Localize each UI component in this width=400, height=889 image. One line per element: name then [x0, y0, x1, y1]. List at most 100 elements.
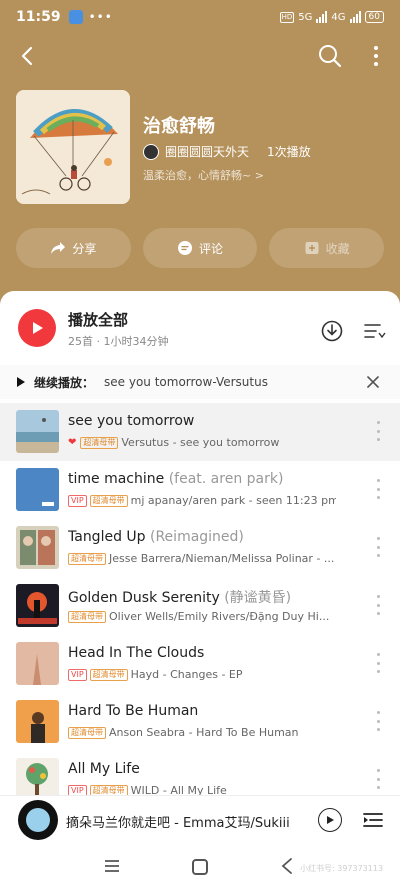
resume-song: see you tomorrow-Versutus [104, 375, 268, 389]
recent-apps-icon[interactable] [104, 859, 120, 873]
quality-badge: 超清母带 [89, 494, 128, 507]
mini-play-button[interactable] [318, 808, 342, 832]
song-title: Golden Dusk Serenity (静谧黄昏) [68, 590, 292, 606]
hd-indicator: HD [279, 11, 295, 23]
more-vertical-icon[interactable] [372, 711, 384, 731]
collect-label: 收藏 [325, 241, 350, 256]
song-subtitle: ❤ 超清母带 Versutus - see you tomorrow [68, 436, 336, 449]
playlist-cover[interactable] [16, 90, 130, 204]
system-nav-bar: 小红书号: 397373113 [0, 845, 400, 889]
song-row[interactable]: Hard To Be Human 超清母带 Anson Seabra - Har… [0, 693, 400, 751]
more-vertical-icon[interactable] [372, 769, 384, 789]
resume-play-icon [17, 377, 25, 387]
sort-list-icon[interactable] [362, 319, 386, 343]
album-art [16, 468, 59, 511]
more-vertical-icon[interactable] [372, 479, 384, 499]
battery-icon: 60 [364, 11, 384, 23]
album-art [16, 526, 59, 569]
download-icon[interactable] [320, 319, 344, 343]
quality-badge: 超清母带 [80, 436, 119, 449]
creator-name[interactable]: 圈圈圆圆天外天 [165, 143, 249, 160]
playlist-title: 治愈舒畅 [143, 116, 215, 137]
status-time: 11:59 [16, 9, 61, 25]
song-title: Tangled Up (Reimagined) [68, 529, 244, 545]
playlist-description[interactable]: 温柔治愈，心情舒畅~ > [143, 167, 264, 183]
song-subtitle: 超清母带 Jesse Barrera/Nieman/Melissa Polina… [68, 552, 336, 565]
signal-icon-2 [349, 11, 361, 23]
liked-heart-icon[interactable]: ❤ [68, 437, 76, 448]
cover-art-illustration [16, 90, 130, 204]
share-icon [51, 242, 66, 254]
comment-button[interactable]: 评论 [142, 228, 258, 268]
network-4g-label: 4G [331, 11, 346, 23]
album-art [16, 410, 59, 453]
song-artist-album: Hayd - Changes - EP [130, 668, 243, 681]
song-artist-album: mj apanay/aren park - seen 11:23 pm [130, 494, 336, 507]
song-title: Hard To Be Human [68, 703, 199, 719]
playlist-meta: 圈圈圆圆天外天 1次播放 [143, 143, 311, 160]
mini-player[interactable]: 摘朵马兰你就走吧 - Emma艾玛/Sukiii [0, 795, 400, 845]
signal-icon [316, 11, 328, 23]
close-icon[interactable] [364, 373, 382, 391]
search-icon[interactable] [316, 42, 344, 70]
vip-badge: VIP [68, 494, 87, 507]
more-vertical-icon[interactable] [372, 537, 384, 557]
song-row[interactable]: Head In The Clouds VIP 超清母带 Hayd - Chang… [0, 635, 400, 693]
resume-label: 继续播放： [34, 375, 95, 390]
play-all-button[interactable] [18, 309, 56, 347]
more-vertical-icon[interactable] [362, 42, 390, 70]
now-playing-title[interactable]: 摘朵马兰你就走吧 - Emma艾玛/Sukiii [66, 812, 290, 831]
song-title: time machine (feat. aren park) [68, 471, 284, 487]
song-subtitle: 超清母带 Oliver Wells/Emily Rivers/Đặng Duy … [68, 610, 336, 623]
back-arrow-icon[interactable] [14, 42, 42, 70]
quality-badge: 超清母带 [68, 610, 106, 623]
network-5g-label: 5G [298, 11, 313, 23]
home-icon[interactable] [192, 859, 208, 875]
song-row[interactable]: Tangled Up (Reimagined) 超清母带 Jesse Barre… [0, 519, 400, 577]
song-artist-album: Versutus - see you tomorrow [121, 436, 280, 449]
album-art [16, 584, 59, 627]
share-button[interactable]: 分享 [16, 228, 131, 268]
song-artist-album: Oliver Wells/Emily Rivers/Đặng Duy Hi... [109, 610, 330, 623]
song-subtitle: 超清母带 Anson Seabra - Hard To Be Human [68, 726, 336, 739]
collect-button[interactable]: 收藏 [269, 228, 385, 268]
play-all-subtitle: 25首 · 1小时34分钟 [68, 335, 169, 348]
song-title: All My Life [68, 761, 140, 777]
playlist-actions: 分享 评论 收藏 [16, 228, 385, 268]
now-playing-disc[interactable] [18, 800, 58, 840]
resume-playback-bar[interactable]: 继续播放： see you tomorrow-Versutus [0, 365, 400, 399]
album-art [16, 642, 59, 685]
quality-badge: 超清母带 [68, 552, 106, 565]
song-title: Head In The Clouds [68, 645, 205, 661]
status-bar: 11:59 ••• HD 5G 4G 60 [0, 0, 400, 34]
song-list: see you tomorrow ❤ 超清母带 Versutus - see y… [0, 403, 400, 809]
song-title: see you tomorrow [68, 413, 195, 429]
vip-badge: VIP [68, 668, 87, 681]
more-vertical-icon[interactable] [372, 421, 384, 441]
more-notifications-icon: ••• [88, 10, 113, 24]
album-art [16, 700, 59, 743]
watermark-text: 小红书号: 397373113 [300, 864, 384, 873]
play-count: 1次播放 [267, 145, 311, 159]
song-row[interactable]: Golden Dusk Serenity (静谧黄昏) 超清母带 Oliver … [0, 577, 400, 635]
quality-badge: 超清母带 [89, 668, 128, 681]
play-all-title[interactable]: 播放全部 [68, 309, 128, 330]
song-artist-album: Jesse Barrera/Nieman/Melissa Polinar - .… [109, 552, 335, 565]
notification-app-icon [68, 10, 83, 24]
song-subtitle: VIP 超清母带 Hayd - Changes - EP [68, 668, 336, 681]
play-icon [327, 816, 334, 824]
more-vertical-icon[interactable] [372, 653, 384, 673]
song-row[interactable]: time machine (feat. aren park) VIP 超清母带 … [0, 461, 400, 519]
more-vertical-icon[interactable] [372, 595, 384, 615]
song-artist-album: Anson Seabra - Hard To Be Human [109, 726, 299, 739]
top-nav [0, 38, 400, 74]
comment-label: 评论 [199, 241, 224, 256]
song-subtitle: VIP 超清母带 mj apanay/aren park - seen 11:2… [68, 494, 336, 507]
share-label: 分享 [72, 241, 97, 256]
song-row[interactable]: see you tomorrow ❤ 超清母带 Versutus - see y… [0, 403, 400, 461]
comment-icon [178, 241, 192, 255]
system-back-icon[interactable] [280, 857, 294, 875]
creator-avatar[interactable] [143, 143, 159, 160]
collect-icon [305, 242, 319, 254]
playlist-queue-icon[interactable] [362, 809, 384, 831]
